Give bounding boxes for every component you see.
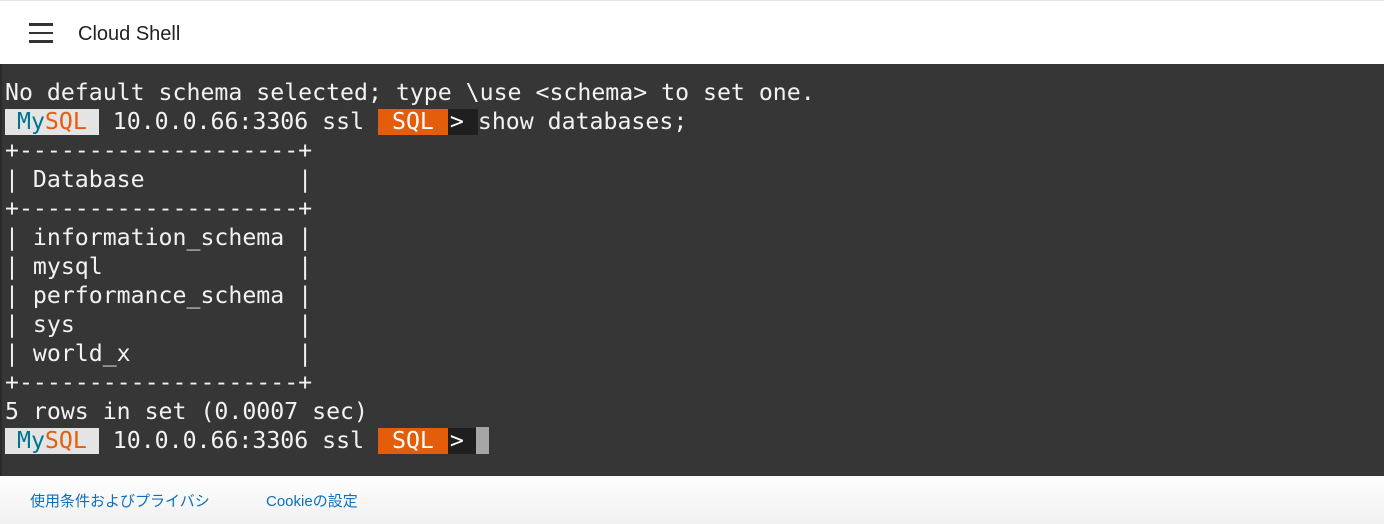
output-line: | information_schema | — [5, 224, 313, 251]
host-text: 10.0.0.66:3306 ssl — [98, 108, 379, 135]
hamburger-icon[interactable] — [29, 23, 53, 43]
host-text: 10.0.0.66:3306 ssl — [98, 427, 379, 454]
output-line: +--------------------+ — [5, 137, 313, 164]
command-text: show databases; — [477, 108, 688, 135]
prompt-line: MySQL 10.0.0.66:3306 ssl SQL > — [5, 426, 815, 455]
prompt-line: MySQL 10.0.0.66:3306 ssl SQL > show databa… — [5, 107, 815, 136]
cursor — [475, 427, 489, 454]
intro-line: No default schema selected; type \use <s… — [5, 79, 815, 106]
terminal[interactable]: No default schema selected; type \use <s… — [0, 64, 1384, 476]
output-line: | mysql | — [5, 253, 313, 280]
mode-badge: SQL — [378, 428, 448, 454]
output-line: | Database | — [5, 166, 313, 193]
mode-badge: SQL — [378, 109, 448, 135]
output-line: | sys | — [5, 311, 313, 338]
mysql-badge: MySQL — [5, 428, 99, 454]
output-line: 5 rows in set (0.0007 sec) — [5, 398, 368, 425]
output-line: | world_x | — [5, 340, 313, 367]
prompt-arrow: > — [447, 109, 478, 135]
cookie-settings-link[interactable]: Cookieの設定 — [266, 490, 358, 511]
header: Cloud Shell — [0, 0, 1384, 64]
terms-privacy-link[interactable]: 使用条件およびプライバシ — [30, 490, 210, 511]
prompt-arrow: > — [447, 428, 476, 454]
output-line: +--------------------+ — [5, 369, 313, 396]
footer: 使用条件およびプライバシ Cookieの設定 — [0, 476, 1384, 524]
mysql-badge: MySQL — [5, 109, 99, 135]
output-line: +--------------------+ — [5, 195, 313, 222]
output-line: | performance_schema | — [5, 282, 313, 309]
app-title: Cloud Shell — [78, 23, 181, 45]
